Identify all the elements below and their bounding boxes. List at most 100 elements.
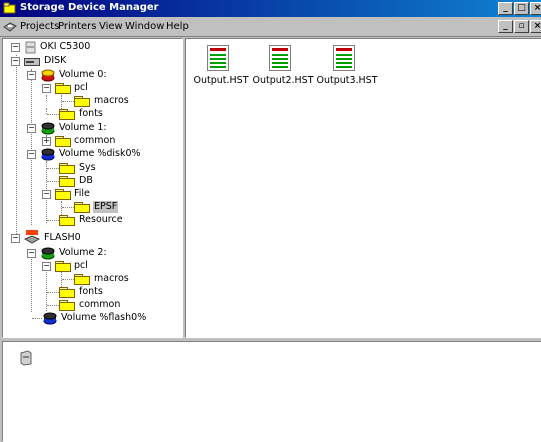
tree-label: DB [79, 175, 93, 186]
hst-file-icon [333, 45, 355, 71]
file-name: Output3.HST [316, 75, 378, 86]
doc-close-button[interactable]: × [530, 20, 541, 33]
tree-node-db[interactable]: DB [5, 175, 175, 188]
tree-node-sys[interactable]: Sys [5, 162, 175, 175]
tree-node-pcl[interactable]: − pcl [5, 82, 175, 95]
tree-node-resource[interactable]: Resource [5, 214, 175, 227]
folder-icon [59, 215, 75, 226]
tree-label: pcl [74, 82, 88, 93]
menu-bar: Projects Printers View Window Help _ ▫ × [0, 18, 541, 37]
folder-icon [74, 202, 90, 213]
tree-label: Resource [79, 214, 123, 225]
volume-blue-icon [41, 148, 55, 161]
tree-label: DISK [44, 55, 67, 66]
tree-label: Volume 1: [59, 122, 107, 133]
menu-window[interactable]: Window [125, 21, 164, 32]
minimize-button[interactable]: _ [498, 2, 513, 15]
app-icon [3, 2, 16, 14]
collapse-toggle[interactable]: − [27, 249, 36, 258]
tree-label: common [79, 299, 121, 310]
collapse-toggle[interactable]: − [42, 190, 51, 199]
tree-label: macros [94, 95, 129, 106]
document-icon[interactable] [3, 21, 17, 33]
file-list-pane[interactable]: Output.HST Output2.HST Output3.HST [185, 38, 541, 338]
collapse-toggle[interactable]: − [11, 43, 20, 52]
maximize-button[interactable]: □ [514, 2, 529, 15]
title-bar[interactable]: Storage Device Manager _ □ × [0, 0, 541, 17]
menu-projects[interactable]: Projects [20, 21, 59, 32]
hst-file-icon [269, 45, 291, 71]
tree-label: Volume %flash0% [61, 312, 147, 323]
doc-minimize-button[interactable]: _ [498, 20, 513, 33]
printer-pane[interactable] [2, 341, 541, 442]
folder-icon [74, 274, 90, 285]
menu-view[interactable]: View [99, 21, 123, 32]
folder-icon [59, 176, 75, 187]
tree-label: common [74, 135, 116, 146]
tree-node-epsf[interactable]: EPSF [5, 201, 175, 214]
disk-drive-icon [24, 58, 40, 66]
tree-node-pcl[interactable]: − pcl [5, 260, 175, 273]
tree-node-volume-0[interactable]: − Volume 0: [5, 69, 175, 82]
tree-node-volume-1[interactable]: − Volume 1: [5, 122, 175, 135]
tree-label: Volume 0: [59, 69, 107, 80]
tree-node-fonts[interactable]: fonts [5, 286, 175, 299]
collapse-toggle[interactable]: − [11, 57, 20, 66]
collapse-toggle[interactable]: − [27, 71, 36, 80]
volume-green-icon [41, 247, 55, 260]
printer-icon[interactable] [19, 350, 33, 366]
file-name: Output.HST [193, 75, 249, 86]
folder-icon [55, 83, 71, 94]
tree-label: Volume %disk0% [59, 148, 141, 159]
folder-icon [55, 189, 71, 200]
tree-label: macros [94, 273, 129, 284]
tree-label: Sys [79, 162, 96, 173]
tree-node-macros[interactable]: macros [5, 273, 175, 286]
tree-node-volume-flash0[interactable]: Volume %flash0% [5, 312, 175, 325]
folder-icon [55, 261, 71, 272]
tree-label: fonts [79, 286, 103, 297]
folder-icon [59, 300, 75, 311]
tree-label: File [74, 188, 90, 199]
window-title: Storage Device Manager [20, 2, 159, 13]
menu-help[interactable]: Help [166, 21, 189, 32]
tree-node-device[interactable]: − OKI C5300 [5, 41, 175, 54]
collapse-toggle[interactable]: − [42, 262, 51, 271]
tree-node-fonts[interactable]: fonts [5, 108, 175, 121]
tree-label: fonts [79, 108, 103, 119]
collapse-toggle[interactable]: − [11, 234, 20, 243]
tree-label: EPSF [93, 201, 119, 213]
folder-icon [59, 109, 75, 120]
collapse-toggle[interactable]: − [42, 84, 51, 93]
device-tree[interactable]: − OKI C5300 − DISK − Volume 0: − pcl mac… [2, 38, 183, 338]
doc-restore-button[interactable]: ▫ [514, 20, 529, 33]
menu-printers[interactable]: Printers [58, 21, 96, 32]
tree-node-flash0[interactable]: − FLASH0 [5, 230, 175, 244]
tree-node-disk[interactable]: − DISK [5, 55, 175, 68]
collapse-toggle[interactable]: − [27, 150, 36, 159]
tree-node-file[interactable]: − File [5, 188, 175, 201]
flash-memory-icon [24, 230, 40, 244]
close-button[interactable]: × [530, 2, 541, 15]
folder-icon [74, 96, 90, 107]
expand-toggle[interactable]: + [42, 137, 51, 146]
collapse-toggle[interactable]: − [27, 124, 36, 133]
file-name: Output2.HST [252, 75, 314, 86]
volume-green-icon [41, 122, 55, 135]
tree-node-volume-2[interactable]: − Volume 2: [5, 247, 175, 260]
hst-file-icon [207, 45, 229, 71]
volume-blue-icon [43, 312, 57, 325]
tree-label: Volume 2: [59, 247, 107, 258]
folder-icon [55, 136, 71, 147]
volume-red-icon [41, 69, 55, 82]
tree-label: OKI C5300 [40, 41, 91, 52]
folder-icon [59, 287, 75, 298]
tree-node-common[interactable]: + common [5, 135, 175, 148]
tree-node-common[interactable]: common [5, 299, 175, 312]
tree-label: FLASH0 [44, 232, 81, 243]
tree-node-volume-disk0[interactable]: − Volume %disk0% [5, 148, 175, 161]
tree-label: pcl [74, 260, 88, 271]
tree-node-macros[interactable]: macros [5, 95, 175, 108]
printer-icon [25, 41, 36, 54]
folder-icon [59, 163, 75, 174]
